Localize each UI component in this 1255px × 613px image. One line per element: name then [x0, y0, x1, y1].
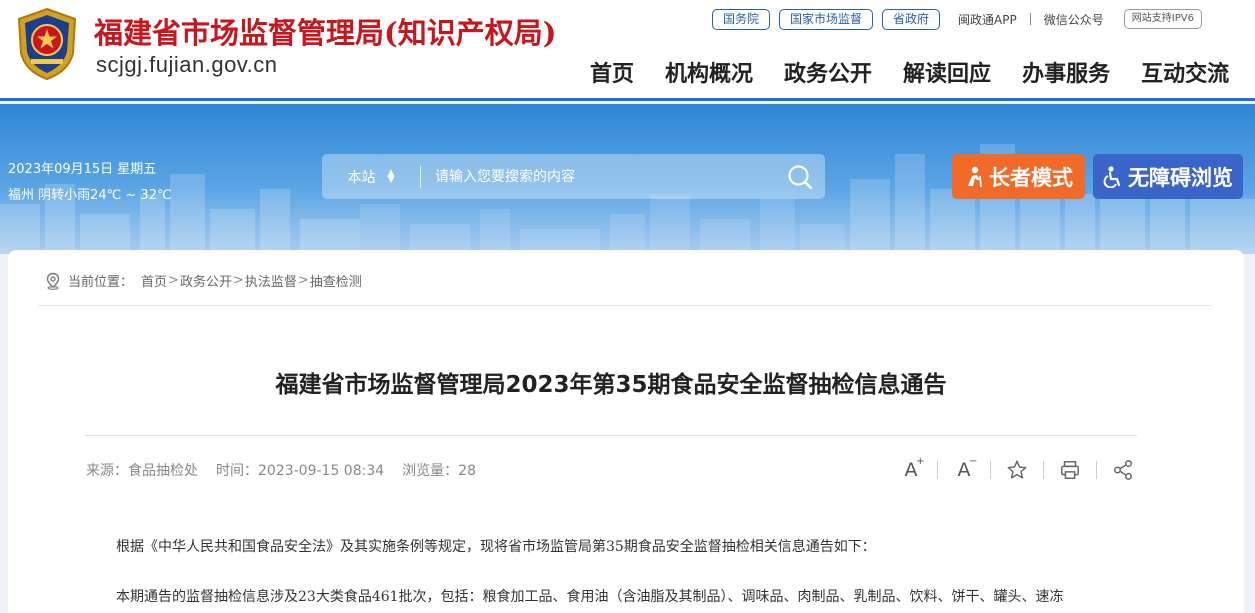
divider: [38, 305, 1212, 306]
divider: [1043, 461, 1044, 479]
breadcrumb-open-gov[interactable]: 政务公开: [180, 271, 232, 290]
article-tools: A + A −: [898, 456, 1136, 483]
article-views: 浏览量：28: [402, 463, 476, 479]
nav-services[interactable]: 办事服务: [1022, 56, 1110, 88]
nav-open-gov[interactable]: 政务公开: [784, 56, 872, 88]
banner: 2023年09月15日 星期五 福州 阴转小雨24℃ ~ 32℃ 本站 ▲▼ 长…: [0, 104, 1255, 254]
share-icon: [1114, 460, 1132, 480]
link-wechat[interactable]: 微信公众号: [1044, 11, 1104, 28]
breadcrumb-home[interactable]: 首页: [141, 271, 167, 290]
article-time: 时间：2023-09-15 08:34: [216, 463, 385, 479]
divider: [990, 461, 991, 479]
up-down-arrow-icon: ▲ ▼: [387, 167, 395, 185]
favorite-button[interactable]: [1004, 457, 1030, 483]
article-title: 福建省市场监督管理局2023年第35期食品安全监督抽检信息通告: [275, 372, 947, 398]
location-pin-icon: [46, 272, 60, 290]
site-header: 福建省市场监督管理局(知识产权局) scjgj.fujian.gov.cn 国务…: [0, 0, 1255, 101]
search-bar: 本站 ▲ ▼: [322, 154, 825, 199]
breadcrumb-inspection[interactable]: 抽查检测: [310, 271, 362, 290]
divider: [1029, 13, 1031, 25]
article-source: 来源：食品抽检处: [86, 463, 198, 479]
breadcrumb-separator: >: [168, 273, 179, 288]
accessible-browse-label: 无障碍浏览: [1128, 165, 1233, 190]
search-input[interactable]: [421, 154, 775, 199]
link-province-gov[interactable]: 省政府: [882, 8, 941, 30]
accessible-browse-button[interactable]: 无障碍浏览: [1093, 154, 1243, 199]
search-icon: [788, 164, 813, 189]
ipv6-badge: 网站支持IPV6: [1123, 9, 1202, 29]
divider: [937, 461, 938, 479]
police-emblem-icon: [17, 7, 77, 81]
link-samr[interactable]: 国家市场监督: [779, 8, 874, 30]
date-weather: 2023年09月15日 星期五 福州 阴转小雨24℃ ~ 32℃: [8, 157, 172, 209]
elder-mode-label: 长者模式: [989, 165, 1073, 190]
link-guowuyuan[interactable]: 国务院: [712, 8, 771, 30]
current-date: 2023年09月15日 星期五: [8, 162, 157, 177]
search-button[interactable]: [775, 154, 825, 199]
font-smaller-button[interactable]: A −: [951, 456, 978, 483]
breadcrumb: 当前位置： 首页 > 政务公开 > 执法监督 > 抽查检测: [44, 271, 362, 290]
site-domain: scjgj.fujian.gov.cn: [96, 52, 278, 77]
nav-interaction[interactable]: 互动交流: [1141, 56, 1229, 88]
wheelchair-icon: [1103, 165, 1121, 188]
printer-icon: [1061, 461, 1079, 479]
breadcrumb-separator: >: [232, 273, 244, 288]
article-paragraph: 根据《中华人民共和国食品安全法》及其实施条例等规定，现将省市场监管局第35期食品…: [116, 539, 876, 555]
elder-mode-button[interactable]: 长者模式: [952, 154, 1085, 199]
weather-info: 福州 阴转小雨24℃ ~ 32℃: [8, 188, 172, 203]
breadcrumb-label: 当前位置：: [68, 275, 134, 290]
site-title: 福建省市场监督管理局(知识产权局): [94, 16, 557, 50]
elder-person-icon: [968, 166, 982, 187]
divider: [1096, 461, 1097, 479]
nav-interpretation[interactable]: 解读回应: [903, 56, 991, 88]
article-meta: 来源：食品抽检处 时间：2023-09-15 08:34 浏览量：28: [86, 460, 494, 480]
search-scope-select[interactable]: 本站 ▲ ▼: [322, 167, 420, 187]
font-larger-icon: A +: [904, 456, 925, 481]
star-icon: [1007, 460, 1027, 479]
breadcrumb-separator: >: [297, 273, 309, 288]
search-scope-label: 本站: [347, 169, 376, 186]
breadcrumb-enforcement[interactable]: 执法监督: [245, 271, 297, 290]
font-larger-button[interactable]: A +: [898, 456, 925, 483]
link-app[interactable]: 闽政通APP: [958, 11, 1017, 28]
nav-home[interactable]: 首页: [590, 56, 634, 88]
article-paragraph: 本期通告的监督抽检信息涉及23大类食品461批次，包括：粮食加工品、食用油（含油…: [116, 589, 1064, 605]
share-button[interactable]: [1110, 457, 1136, 483]
main-nav: 首页 机构概况 政务公开 解读回应 办事服务 互动交流: [590, 56, 1229, 88]
top-links: 国务院 国家市场监督 省政府 闽政通APP 微信公众号 网站支持IPV6: [712, 8, 1202, 30]
print-button[interactable]: [1057, 457, 1083, 483]
divider: [85, 435, 1137, 436]
nav-about[interactable]: 机构概况: [665, 56, 753, 88]
article-card: 当前位置： 首页 > 政务公开 > 执法监督 > 抽查检测 福建省市场监督管理局…: [8, 250, 1244, 613]
font-smaller-icon: A −: [957, 456, 978, 481]
